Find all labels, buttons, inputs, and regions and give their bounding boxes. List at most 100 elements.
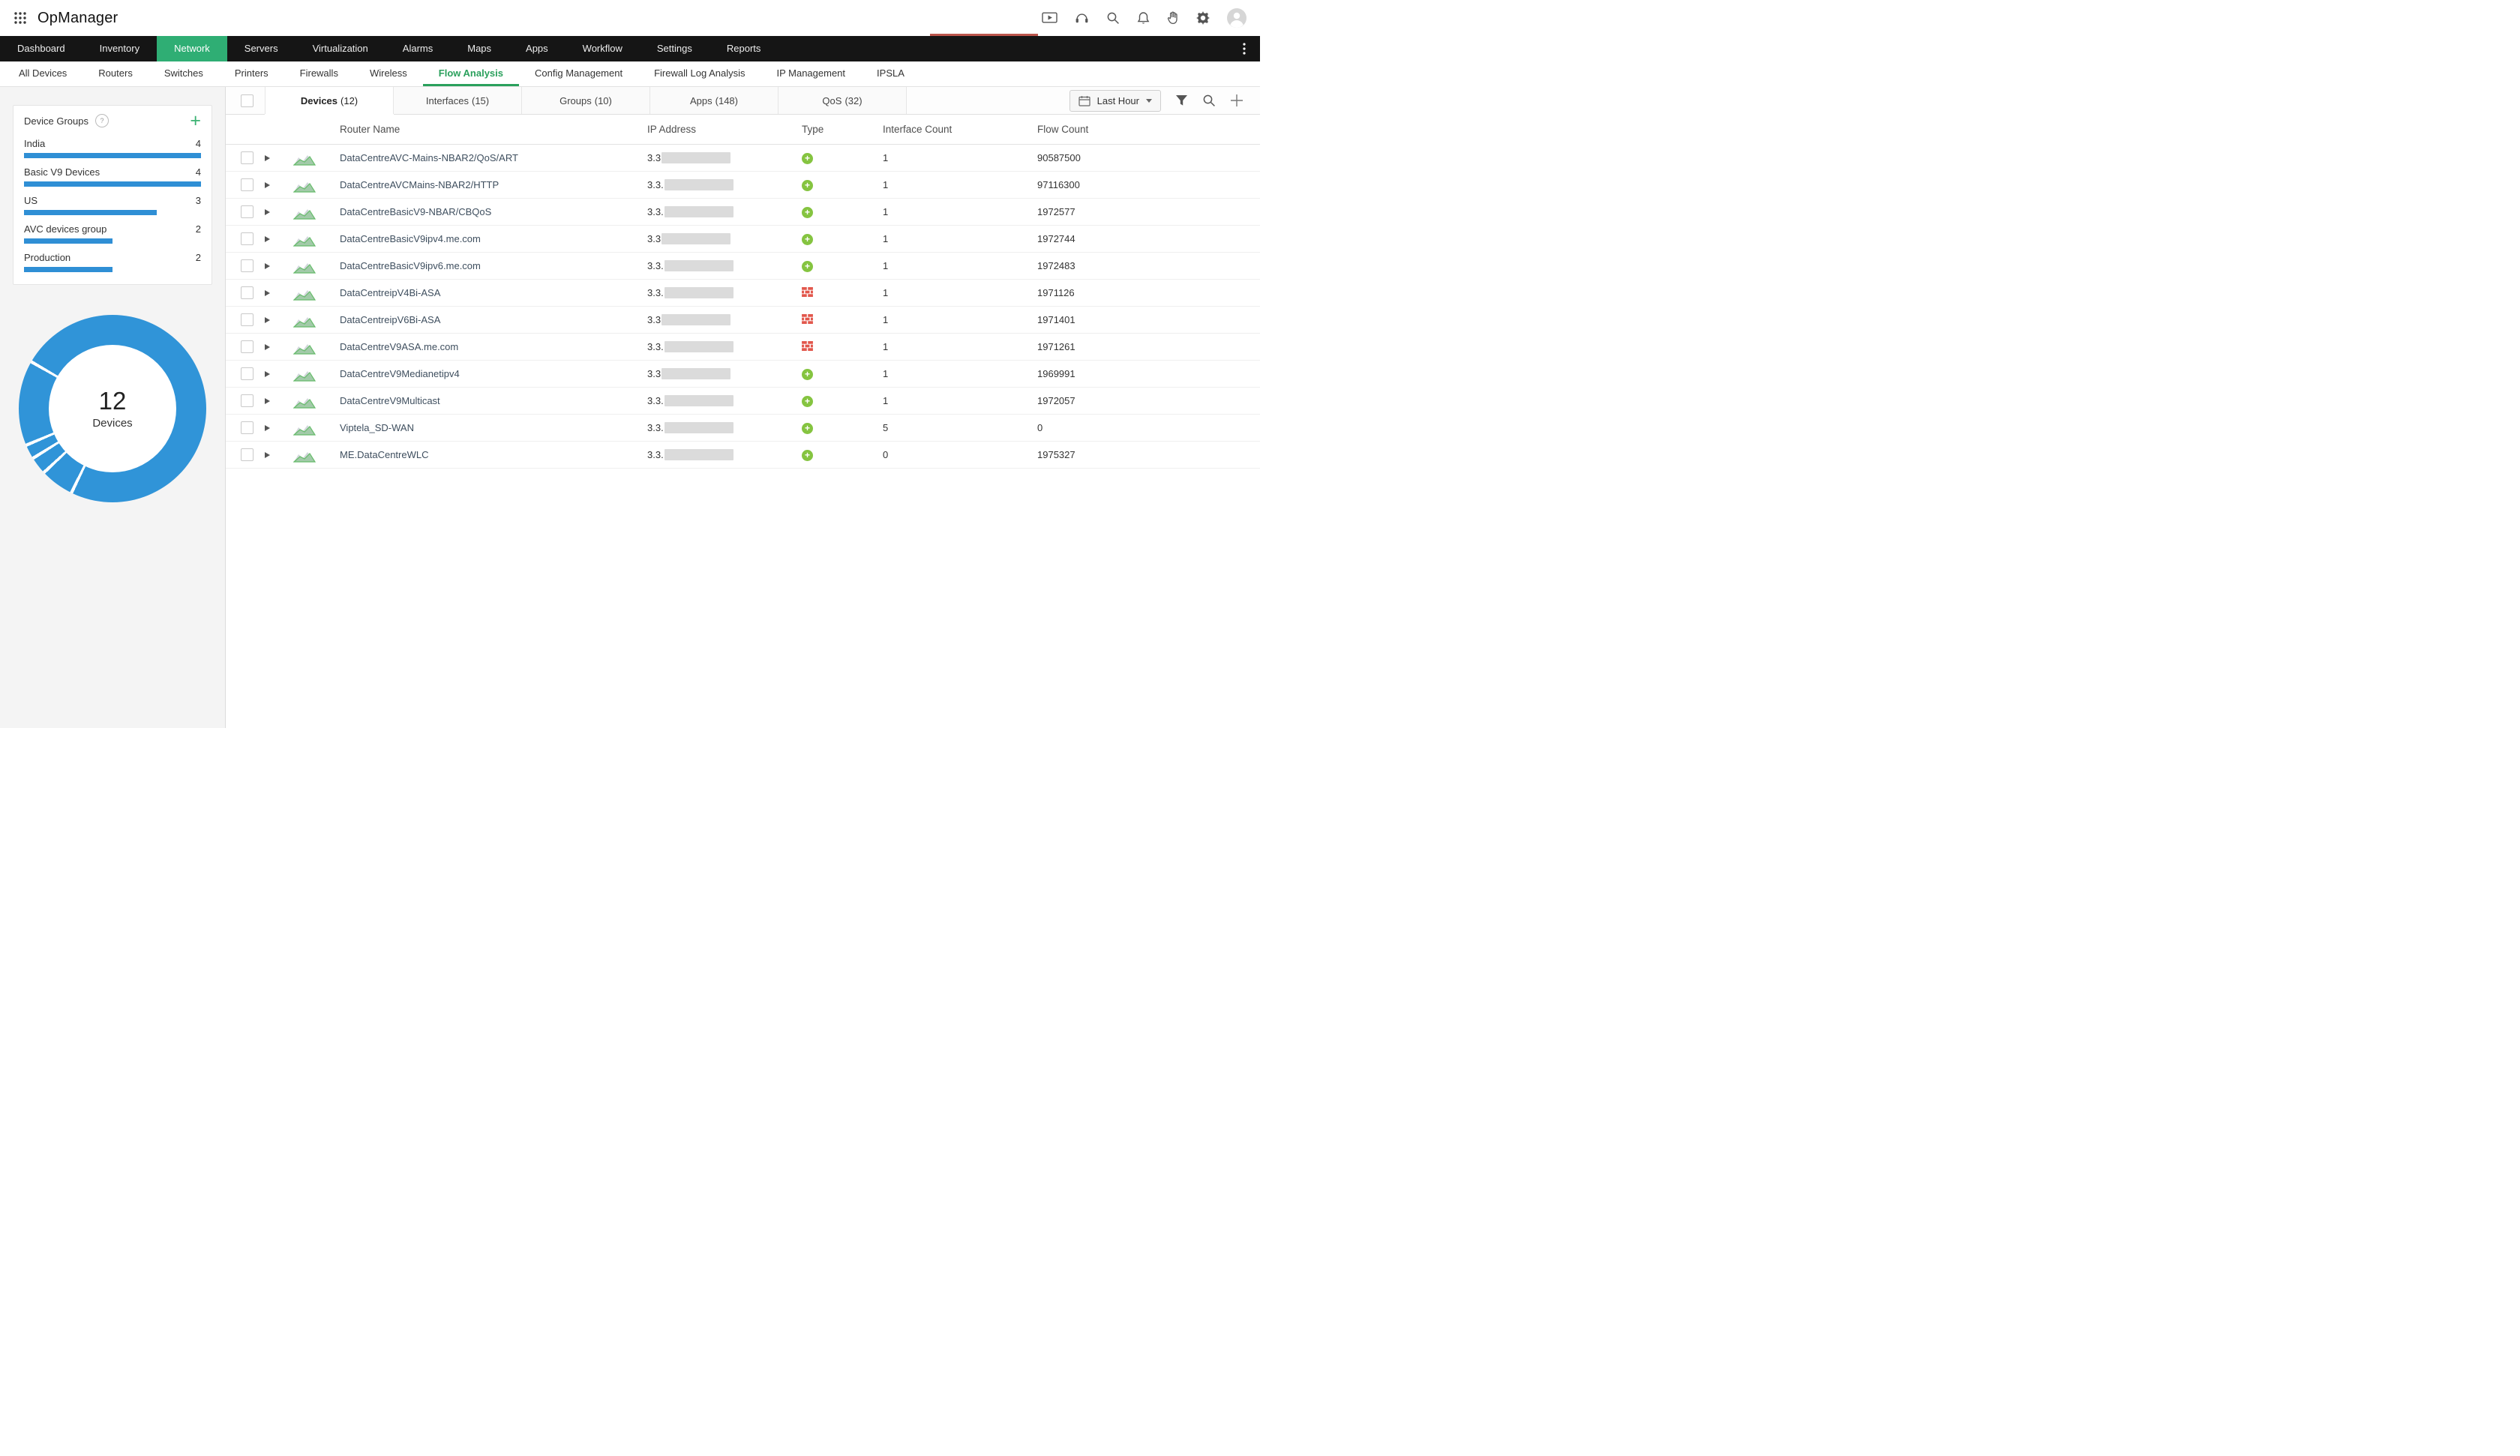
subnav-printers[interactable]: Printers bbox=[219, 61, 284, 86]
expand-arrow-icon[interactable] bbox=[265, 371, 270, 377]
nav-reports[interactable]: Reports bbox=[710, 36, 778, 61]
nav-servers[interactable]: Servers bbox=[227, 36, 296, 61]
tab-groups[interactable]: Groups (10) bbox=[522, 87, 650, 114]
nav-workflow[interactable]: Workflow bbox=[566, 36, 640, 61]
sparkline-chart-icon[interactable] bbox=[293, 232, 340, 247]
expand-arrow-icon[interactable] bbox=[265, 317, 270, 323]
router-name-link[interactable]: DataCentreipV4Bi-ASA bbox=[340, 287, 647, 298]
col-router-name[interactable]: Router Name bbox=[340, 124, 647, 135]
sparkline-chart-icon[interactable] bbox=[293, 340, 340, 355]
router-name-link[interactable]: DataCentreBasicV9-NBAR/CBQoS bbox=[340, 206, 647, 217]
col-type[interactable]: Type bbox=[802, 124, 883, 135]
subnav-firewalls[interactable]: Firewalls bbox=[284, 61, 354, 86]
tab-qos[interactable]: QoS (32) bbox=[778, 87, 907, 114]
search-icon[interactable] bbox=[1106, 11, 1120, 25]
router-name-link[interactable]: Viptela_SD-WAN bbox=[340, 422, 647, 433]
group-item-production[interactable]: Production 2 bbox=[14, 248, 212, 277]
tab-interfaces[interactable]: Interfaces (15) bbox=[394, 87, 522, 114]
expand-arrow-icon[interactable] bbox=[265, 236, 270, 242]
col-interface-count[interactable]: Interface Count bbox=[883, 124, 1037, 135]
sparkline-chart-icon[interactable] bbox=[293, 178, 340, 193]
row-checkbox[interactable] bbox=[241, 394, 254, 407]
row-checkbox[interactable] bbox=[241, 448, 254, 461]
subnav-ipsla[interactable]: IPSLA bbox=[861, 61, 920, 86]
col-flow-count[interactable]: Flow Count bbox=[1037, 124, 1260, 135]
col-ip-address[interactable]: IP Address bbox=[647, 124, 802, 135]
nav-apps[interactable]: Apps bbox=[508, 36, 566, 61]
subnav-ip-management[interactable]: IP Management bbox=[760, 61, 861, 86]
nav-alarms[interactable]: Alarms bbox=[386, 36, 450, 61]
expand-arrow-icon[interactable] bbox=[265, 182, 270, 188]
user-avatar[interactable] bbox=[1227, 8, 1246, 28]
row-checkbox[interactable] bbox=[241, 367, 254, 380]
group-item-us[interactable]: US 3 bbox=[14, 191, 212, 220]
nav-virtualization[interactable]: Virtualization bbox=[296, 36, 386, 61]
sparkline-chart-icon[interactable] bbox=[293, 151, 340, 166]
expand-arrow-icon[interactable] bbox=[265, 209, 270, 215]
row-checkbox[interactable] bbox=[241, 286, 254, 299]
time-range-dropdown[interactable]: Last Hour bbox=[1070, 90, 1161, 112]
router-name-link[interactable]: DataCentreipV6Bi-ASA bbox=[340, 314, 647, 325]
notifications-bell-icon[interactable] bbox=[1137, 11, 1150, 25]
router-name-link[interactable]: DataCentreV9ASA.me.com bbox=[340, 341, 647, 352]
router-name-link[interactable]: DataCentreBasicV9ipv6.me.com bbox=[340, 260, 647, 271]
nav-settings[interactable]: Settings bbox=[640, 36, 710, 61]
router-name-link[interactable]: DataCentreBasicV9ipv4.me.com bbox=[340, 233, 647, 244]
gesture-hand-icon[interactable] bbox=[1167, 11, 1179, 25]
subnav-wireless[interactable]: Wireless bbox=[354, 61, 423, 86]
subnav-config-management[interactable]: Config Management bbox=[519, 61, 638, 86]
expand-arrow-icon[interactable] bbox=[265, 425, 270, 431]
row-checkbox[interactable] bbox=[241, 313, 254, 326]
tab-apps[interactable]: Apps (148) bbox=[650, 87, 778, 114]
expand-arrow-icon[interactable] bbox=[265, 263, 270, 269]
sparkline-chart-icon[interactable] bbox=[293, 259, 340, 274]
sparkline-chart-icon[interactable] bbox=[293, 421, 340, 436]
router-name-link[interactable]: DataCentreV9Medianetipv4 bbox=[340, 368, 647, 379]
group-item-avc[interactable]: AVC devices group 2 bbox=[14, 220, 212, 248]
group-item-basic-v9[interactable]: Basic V9 Devices 4 bbox=[14, 163, 212, 191]
filter-funnel-icon[interactable] bbox=[1175, 94, 1188, 106]
tab-devices[interactable]: Devices (12) bbox=[265, 87, 394, 114]
router-name-link[interactable]: DataCentreV9Multicast bbox=[340, 395, 647, 406]
nav-dashboard[interactable]: Dashboard bbox=[0, 36, 82, 61]
sparkline-chart-icon[interactable] bbox=[293, 448, 340, 463]
subnav-switches[interactable]: Switches bbox=[148, 61, 219, 86]
expand-arrow-icon[interactable] bbox=[265, 155, 270, 161]
settings-gear-icon[interactable] bbox=[1196, 11, 1210, 25]
expand-arrow-icon[interactable] bbox=[265, 344, 270, 350]
router-name-link[interactable]: DataCentreAVCMains-NBAR2/HTTP bbox=[340, 179, 647, 190]
sparkline-chart-icon[interactable] bbox=[293, 313, 340, 328]
sparkline-chart-icon[interactable] bbox=[293, 205, 340, 220]
nav-network[interactable]: Network bbox=[157, 36, 227, 61]
subnav-routers[interactable]: Routers bbox=[82, 61, 148, 86]
nav-maps[interactable]: Maps bbox=[450, 36, 508, 61]
table-search-icon[interactable] bbox=[1202, 94, 1216, 107]
expand-arrow-icon[interactable] bbox=[265, 452, 270, 458]
help-icon[interactable]: ? bbox=[95, 114, 109, 127]
row-checkbox[interactable] bbox=[241, 178, 254, 191]
sparkline-chart-icon[interactable] bbox=[293, 367, 340, 382]
sparkline-chart-icon[interactable] bbox=[293, 286, 340, 301]
row-checkbox[interactable] bbox=[241, 232, 254, 245]
group-item-india[interactable]: India 4 bbox=[14, 134, 212, 163]
add-icon[interactable] bbox=[1230, 94, 1244, 107]
apps-grid-icon[interactable] bbox=[14, 11, 27, 25]
nav-inventory[interactable]: Inventory bbox=[82, 36, 157, 61]
row-checkbox[interactable] bbox=[241, 340, 254, 353]
router-name-link[interactable]: DataCentreAVC-Mains-NBAR2/QoS/ART bbox=[340, 152, 647, 163]
subnav-firewall-log-analysis[interactable]: Firewall Log Analysis bbox=[638, 61, 760, 86]
row-checkbox[interactable] bbox=[241, 421, 254, 434]
demo-player-icon[interactable] bbox=[1042, 11, 1058, 25]
support-headset-icon[interactable] bbox=[1075, 11, 1089, 25]
subnav-all-devices[interactable]: All Devices bbox=[3, 61, 82, 86]
select-all-checkbox[interactable] bbox=[241, 94, 254, 107]
row-checkbox[interactable] bbox=[241, 205, 254, 218]
row-checkbox[interactable] bbox=[241, 259, 254, 272]
expand-arrow-icon[interactable] bbox=[265, 398, 270, 404]
subnav-flow-analysis[interactable]: Flow Analysis bbox=[423, 61, 519, 86]
row-checkbox[interactable] bbox=[241, 151, 254, 164]
expand-arrow-icon[interactable] bbox=[265, 290, 270, 296]
router-name-link[interactable]: ME.DataCentreWLC bbox=[340, 449, 647, 460]
nav-more-icon[interactable] bbox=[1228, 36, 1260, 61]
add-group-icon[interactable]: + bbox=[190, 114, 201, 127]
